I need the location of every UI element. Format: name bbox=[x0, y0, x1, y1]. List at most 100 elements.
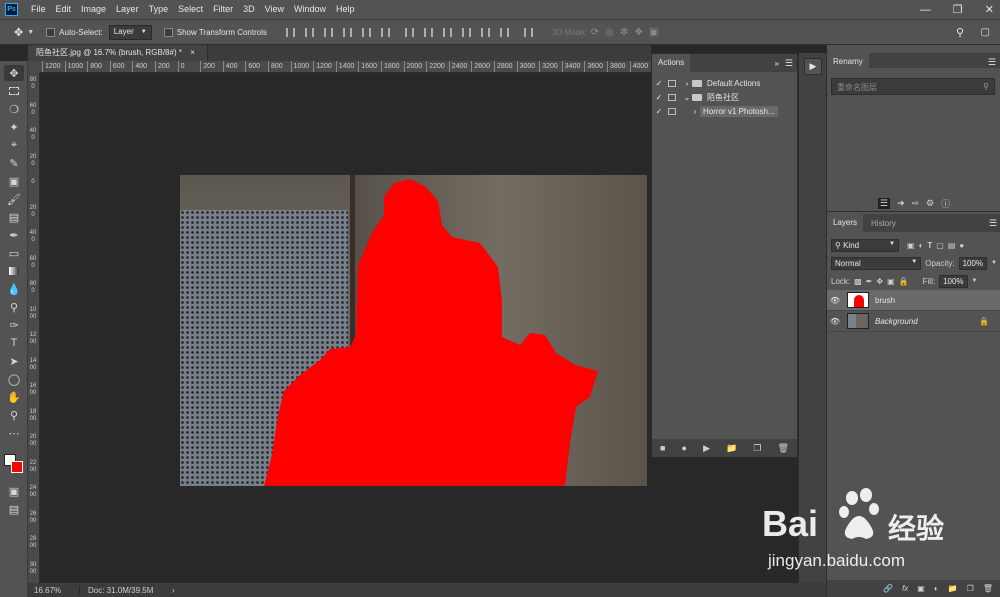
panel-menu-icon[interactable]: ☰ bbox=[989, 218, 997, 229]
action-set-moyu[interactable]: ✓ ⌄ 陌鱼社区 bbox=[652, 90, 797, 104]
play-icon[interactable]: ▶ bbox=[703, 443, 710, 454]
checkmark-icon[interactable]: ✓ bbox=[652, 79, 666, 88]
new-layer-icon[interactable]: ❐ bbox=[967, 584, 974, 593]
distribute-vcenter-icon[interactable] bbox=[424, 27, 433, 37]
lock-all-icon[interactable]: 🔒 bbox=[899, 277, 909, 286]
history-brush-tool-icon[interactable]: ✒ bbox=[4, 227, 24, 243]
orbit-3d-icon[interactable]: ⟳ bbox=[591, 27, 599, 38]
filter-type-icon[interactable]: T bbox=[927, 241, 932, 250]
menu-file[interactable]: File bbox=[26, 0, 51, 19]
action-set-default[interactable]: ✓ › Default Actions bbox=[652, 76, 797, 90]
auto-select-checkbox[interactable] bbox=[46, 27, 56, 37]
move-tool-icon[interactable]: ✥ bbox=[14, 26, 23, 39]
tool-preset-dropdown-icon[interactable]: ▼ bbox=[27, 29, 34, 36]
document-tab[interactable]: 陌鱼社区.jpg @ 16.7% (brush, RGB/8#) * × bbox=[28, 45, 208, 61]
align-right-icon[interactable] bbox=[381, 27, 390, 37]
fill-input[interactable]: 100% bbox=[939, 274, 968, 288]
show-transform-checkbox[interactable] bbox=[163, 27, 173, 37]
background-color-swatch[interactable] bbox=[11, 461, 23, 473]
filter-shape-icon[interactable]: ▢ bbox=[936, 241, 944, 250]
distribute-hcenter-icon[interactable] bbox=[481, 27, 490, 37]
magic-wand-tool-icon[interactable]: ✦ bbox=[4, 119, 24, 135]
eraser-tool-icon[interactable]: ▭ bbox=[4, 245, 24, 261]
scale-3d-icon[interactable]: ▣ bbox=[649, 27, 658, 38]
layer-row-background[interactable]: 👁 Background 🔒 bbox=[827, 311, 1000, 332]
drag-3d-icon[interactable]: ✻ bbox=[620, 27, 628, 38]
tab-history[interactable]: History bbox=[871, 219, 896, 228]
stamp-tool-icon[interactable]: ▤ bbox=[4, 209, 24, 225]
quick-mask-icon[interactable]: ▣ bbox=[4, 483, 24, 499]
layer-filter-dropdown[interactable]: ⚲ Kind ▼ bbox=[831, 238, 899, 252]
close-tab-icon[interactable]: × bbox=[190, 48, 195, 57]
menu-type[interactable]: Type bbox=[144, 0, 174, 19]
align-left-icon[interactable] bbox=[343, 27, 352, 37]
filter-toggle-icon[interactable]: ● bbox=[959, 241, 964, 250]
new-group-icon[interactable]: 📁 bbox=[948, 584, 958, 593]
menu-edit[interactable]: Edit bbox=[51, 0, 77, 19]
lock-icon[interactable]: 🔒 bbox=[979, 317, 989, 326]
tab-layers[interactable]: Layers bbox=[827, 214, 864, 232]
lock-position-icon[interactable]: ✥ bbox=[876, 277, 883, 286]
roll-3d-icon[interactable]: ◎ bbox=[605, 27, 614, 38]
zoom-tool-icon[interactable]: ⚲ bbox=[4, 407, 24, 423]
dialog-toggle-icon[interactable] bbox=[668, 93, 676, 101]
menu-help[interactable]: Help bbox=[331, 0, 360, 19]
move-tool-icon[interactable]: ✥ bbox=[4, 65, 24, 81]
minimize-icon[interactable]: — bbox=[920, 4, 931, 16]
zoom-level[interactable]: 16.67% bbox=[28, 585, 80, 595]
align-vcenter-icon[interactable] bbox=[305, 27, 314, 37]
screen-mode-icon[interactable]: ▤ bbox=[4, 501, 24, 517]
lock-transparent-icon[interactable]: ▩ bbox=[854, 277, 862, 286]
dodge-tool-icon[interactable]: ⚲ bbox=[4, 299, 24, 315]
adjustment-layer-icon[interactable]: ◐ bbox=[934, 584, 939, 593]
filter-pixel-icon[interactable]: ▣ bbox=[907, 241, 915, 250]
chevron-right-icon[interactable]: › bbox=[690, 107, 700, 116]
record-icon[interactable]: ● bbox=[682, 443, 687, 453]
add-mask-icon[interactable]: ▣ bbox=[917, 584, 925, 593]
auto-align-icon[interactable] bbox=[524, 27, 533, 37]
opacity-input[interactable]: 100% bbox=[958, 256, 988, 270]
distribute-left-icon[interactable] bbox=[462, 27, 471, 37]
visibility-eye-icon[interactable]: 👁 bbox=[827, 296, 843, 305]
trash-icon[interactable]: 🗑 bbox=[983, 584, 993, 593]
workspace-icon[interactable]: ▢ bbox=[981, 27, 990, 38]
visibility-eye-icon[interactable]: 👁 bbox=[827, 317, 843, 326]
frame-tool-icon[interactable]: ▣ bbox=[4, 173, 24, 189]
panel-menu-icon[interactable]: ☰ bbox=[785, 58, 793, 69]
brush-tool-icon[interactable]: 🖌 bbox=[4, 191, 24, 207]
distribute-top-icon[interactable] bbox=[405, 27, 414, 37]
pen-tool-icon[interactable]: ✑ bbox=[4, 317, 24, 333]
filter-adjustment-icon[interactable]: ◐ bbox=[919, 241, 924, 250]
distribute-right-icon[interactable] bbox=[500, 27, 509, 37]
arrow-right-icon[interactable]: ➜ bbox=[897, 198, 905, 209]
collapse-panel-icon[interactable]: » bbox=[775, 59, 779, 68]
ellipse-tool-icon[interactable]: ◯ bbox=[4, 371, 24, 387]
renamy-search-input[interactable]: 重命名图层 ⚲ bbox=[831, 78, 995, 95]
gear-icon[interactable]: ⚙ bbox=[926, 198, 934, 209]
fill-dropdown-icon[interactable]: ▼ bbox=[972, 278, 978, 284]
panel-menu-icon[interactable]: ☰ bbox=[988, 57, 996, 68]
type-tool-icon[interactable]: T bbox=[4, 335, 24, 351]
link-layers-icon[interactable]: 🔗 bbox=[883, 584, 893, 593]
trash-icon[interactable]: 🗑 bbox=[778, 443, 789, 454]
document-canvas[interactable] bbox=[180, 175, 647, 486]
checkmark-icon[interactable]: ✓ bbox=[652, 107, 666, 116]
dialog-toggle-icon[interactable] bbox=[668, 79, 676, 87]
hand-tool-icon[interactable]: ✋ bbox=[4, 389, 24, 405]
auto-select-target-dropdown[interactable]: Layer ▼ bbox=[108, 24, 152, 40]
gradient-tool-icon[interactable] bbox=[4, 263, 24, 279]
blur-tool-icon[interactable]: 💧 bbox=[4, 281, 24, 297]
blend-mode-dropdown[interactable]: Normal ▼ bbox=[831, 256, 922, 270]
actions-tab[interactable]: Actions bbox=[652, 54, 691, 72]
menu-image[interactable]: Image bbox=[76, 0, 111, 19]
close-icon[interactable]: ✕ bbox=[985, 3, 994, 16]
chevron-down-icon[interactable]: ⌄ bbox=[682, 93, 692, 102]
play-action-icon[interactable]: ▶ bbox=[804, 58, 822, 75]
align-hcenter-icon[interactable] bbox=[362, 27, 371, 37]
apply-icon[interactable]: ⇨ bbox=[911, 198, 919, 209]
lock-pixels-icon[interactable]: ✒ bbox=[866, 277, 873, 286]
menu-select[interactable]: Select bbox=[173, 0, 208, 19]
path-selection-tool-icon[interactable]: ➤ bbox=[4, 353, 24, 369]
info-icon[interactable]: ⓘ bbox=[941, 197, 950, 210]
status-expand-icon[interactable]: › bbox=[172, 586, 175, 595]
